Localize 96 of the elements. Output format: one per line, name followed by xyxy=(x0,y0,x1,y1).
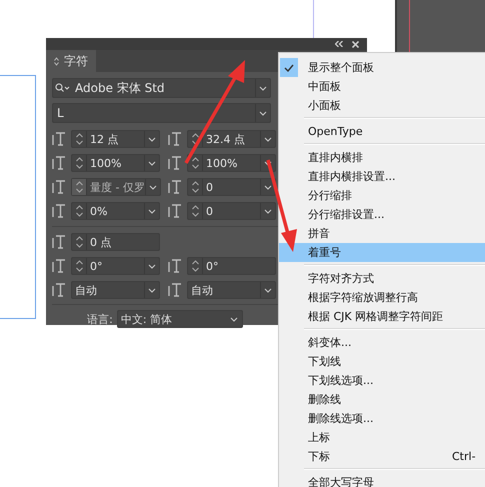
menu-item[interactable]: 分行缩排 xyxy=(279,186,485,205)
chevron-down-icon xyxy=(148,136,156,142)
menu-item[interactable]: 上标 xyxy=(279,428,485,447)
text-setting-icon xyxy=(52,234,68,250)
value-field[interactable]: 0 xyxy=(187,202,276,220)
text-setting-icon xyxy=(168,258,184,274)
menu-item[interactable]: 着重号 xyxy=(279,243,485,262)
value-field[interactable]: 0° xyxy=(187,257,276,275)
close-icon[interactable] xyxy=(352,40,359,48)
value-field[interactable]: 0 xyxy=(187,178,276,196)
chevron-down-icon xyxy=(259,86,267,90)
menu-item[interactable]: 斜变体... xyxy=(279,333,485,352)
collapse-icon[interactable] xyxy=(335,41,343,47)
stepper-arrows-icon xyxy=(192,205,198,217)
stepper-arrows-icon xyxy=(192,133,198,145)
chevron-down-icon xyxy=(264,208,272,214)
chevron-down-icon xyxy=(264,160,272,166)
text-setting-icon xyxy=(52,131,68,147)
chevron-down-icon xyxy=(148,264,156,268)
chevron-down-icon xyxy=(264,288,272,292)
menu-item[interactable]: 下标 Ctrl- xyxy=(279,447,485,466)
text-setting-icon xyxy=(52,155,68,171)
search-icon xyxy=(55,83,71,93)
font-style-field[interactable]: L xyxy=(52,103,271,123)
stepper-arrows-icon xyxy=(76,133,82,145)
language-dropdown[interactable]: 中文: 简体 xyxy=(116,310,243,328)
field-value: 0 xyxy=(205,204,214,218)
value-field[interactable]: 0% xyxy=(71,202,160,220)
chevron-down-icon xyxy=(264,136,272,142)
stepper-arrows-icon xyxy=(192,181,198,193)
value-field[interactable]: 0 点 xyxy=(71,233,160,251)
stepper-arrows-icon xyxy=(192,157,198,169)
menu-item[interactable]: 分行缩排设置... xyxy=(279,205,485,224)
value-field[interactable]: 自动 xyxy=(187,281,276,299)
field-value: 0 xyxy=(205,180,214,194)
field-value: 0% xyxy=(89,204,108,218)
chevron-down-icon xyxy=(148,288,156,292)
font-family-value: Adobe 宋体 Std xyxy=(74,80,166,96)
chevron-down-icon xyxy=(259,110,267,116)
text-setting-icon xyxy=(168,282,184,298)
value-field[interactable]: 100% xyxy=(71,154,160,172)
menu-item[interactable]: 显示整个面板 xyxy=(279,58,485,77)
field-value: 自动 xyxy=(190,282,214,298)
value-field[interactable]: 自动 xyxy=(71,281,160,299)
field-value: 0° xyxy=(205,260,220,272)
value-field[interactable]: 12 点 xyxy=(71,130,160,148)
menu-item[interactable]: 字符对齐方式 xyxy=(279,269,485,288)
text-setting-icon xyxy=(168,155,184,171)
tab-label: 字符 xyxy=(64,52,88,70)
font-family-field[interactable]: Adobe 宋体 Std xyxy=(52,78,271,98)
field-value: 0 点 xyxy=(89,234,112,250)
chevron-down-icon xyxy=(148,160,156,166)
field-value: 100% xyxy=(205,156,238,170)
value-field[interactable]: 100% xyxy=(187,154,276,172)
menu-item[interactable]: 根据 CJK 网格调整字符间距 xyxy=(279,307,485,326)
text-setting-icon xyxy=(168,131,184,147)
stepper-arrows-icon xyxy=(76,181,82,193)
text-setting-icon xyxy=(52,203,68,219)
chevron-down-icon xyxy=(230,316,238,322)
menu-item[interactable]: 小面板 xyxy=(279,96,485,115)
field-value: 100% xyxy=(89,156,122,170)
font-style-value: L xyxy=(56,106,65,120)
language-label: 语言: xyxy=(87,312,113,326)
text-setting-icon xyxy=(52,282,68,298)
menu-item[interactable]: 直排内横排设置... xyxy=(279,167,485,186)
field-value: 32.4 点 xyxy=(205,132,246,146)
menu-item[interactable]: 根据字符缩放调整行高 xyxy=(279,288,485,307)
menu-item[interactable]: 直排内横排 xyxy=(279,148,485,167)
text-setting-icon xyxy=(52,258,68,274)
field-value: 12 点 xyxy=(89,132,120,146)
panel-tab[interactable]: 字符 xyxy=(46,50,96,72)
menu-item[interactable]: 下划线 xyxy=(279,352,485,371)
menu-item[interactable]: 中面板 xyxy=(279,77,485,96)
text-setting-icon xyxy=(52,179,68,195)
menu-item[interactable]: 删除线选项... xyxy=(279,409,485,428)
text-setting-icon xyxy=(168,179,184,195)
field-value: 0° xyxy=(89,260,104,272)
value-field[interactable]: 0° xyxy=(71,257,160,275)
value-field[interactable]: 32.4 点 xyxy=(187,130,276,148)
menu-item[interactable]: 下划线选项... xyxy=(279,371,485,390)
menu-item[interactable]: 删除线 xyxy=(279,390,485,409)
guide-line xyxy=(313,0,314,40)
stepper-arrows-icon xyxy=(192,260,198,272)
menu-item[interactable]: 拼音 xyxy=(279,224,485,243)
text-setting-icon xyxy=(168,203,184,219)
field-value: 量度 - 仅罗 xyxy=(89,180,145,194)
field-value: 自动 xyxy=(74,282,98,298)
chevron-down-icon xyxy=(148,184,157,190)
chevron-down-icon xyxy=(264,184,272,190)
stepper-arrows-icon xyxy=(76,260,82,272)
sort-arrows-icon xyxy=(54,56,59,66)
chevron-down-icon xyxy=(148,208,156,214)
stepper-arrows-icon xyxy=(76,205,82,217)
stepper-arrows-icon xyxy=(76,236,82,248)
menu-item[interactable]: OpenType xyxy=(279,122,485,141)
stepper-arrows-icon xyxy=(76,157,82,169)
